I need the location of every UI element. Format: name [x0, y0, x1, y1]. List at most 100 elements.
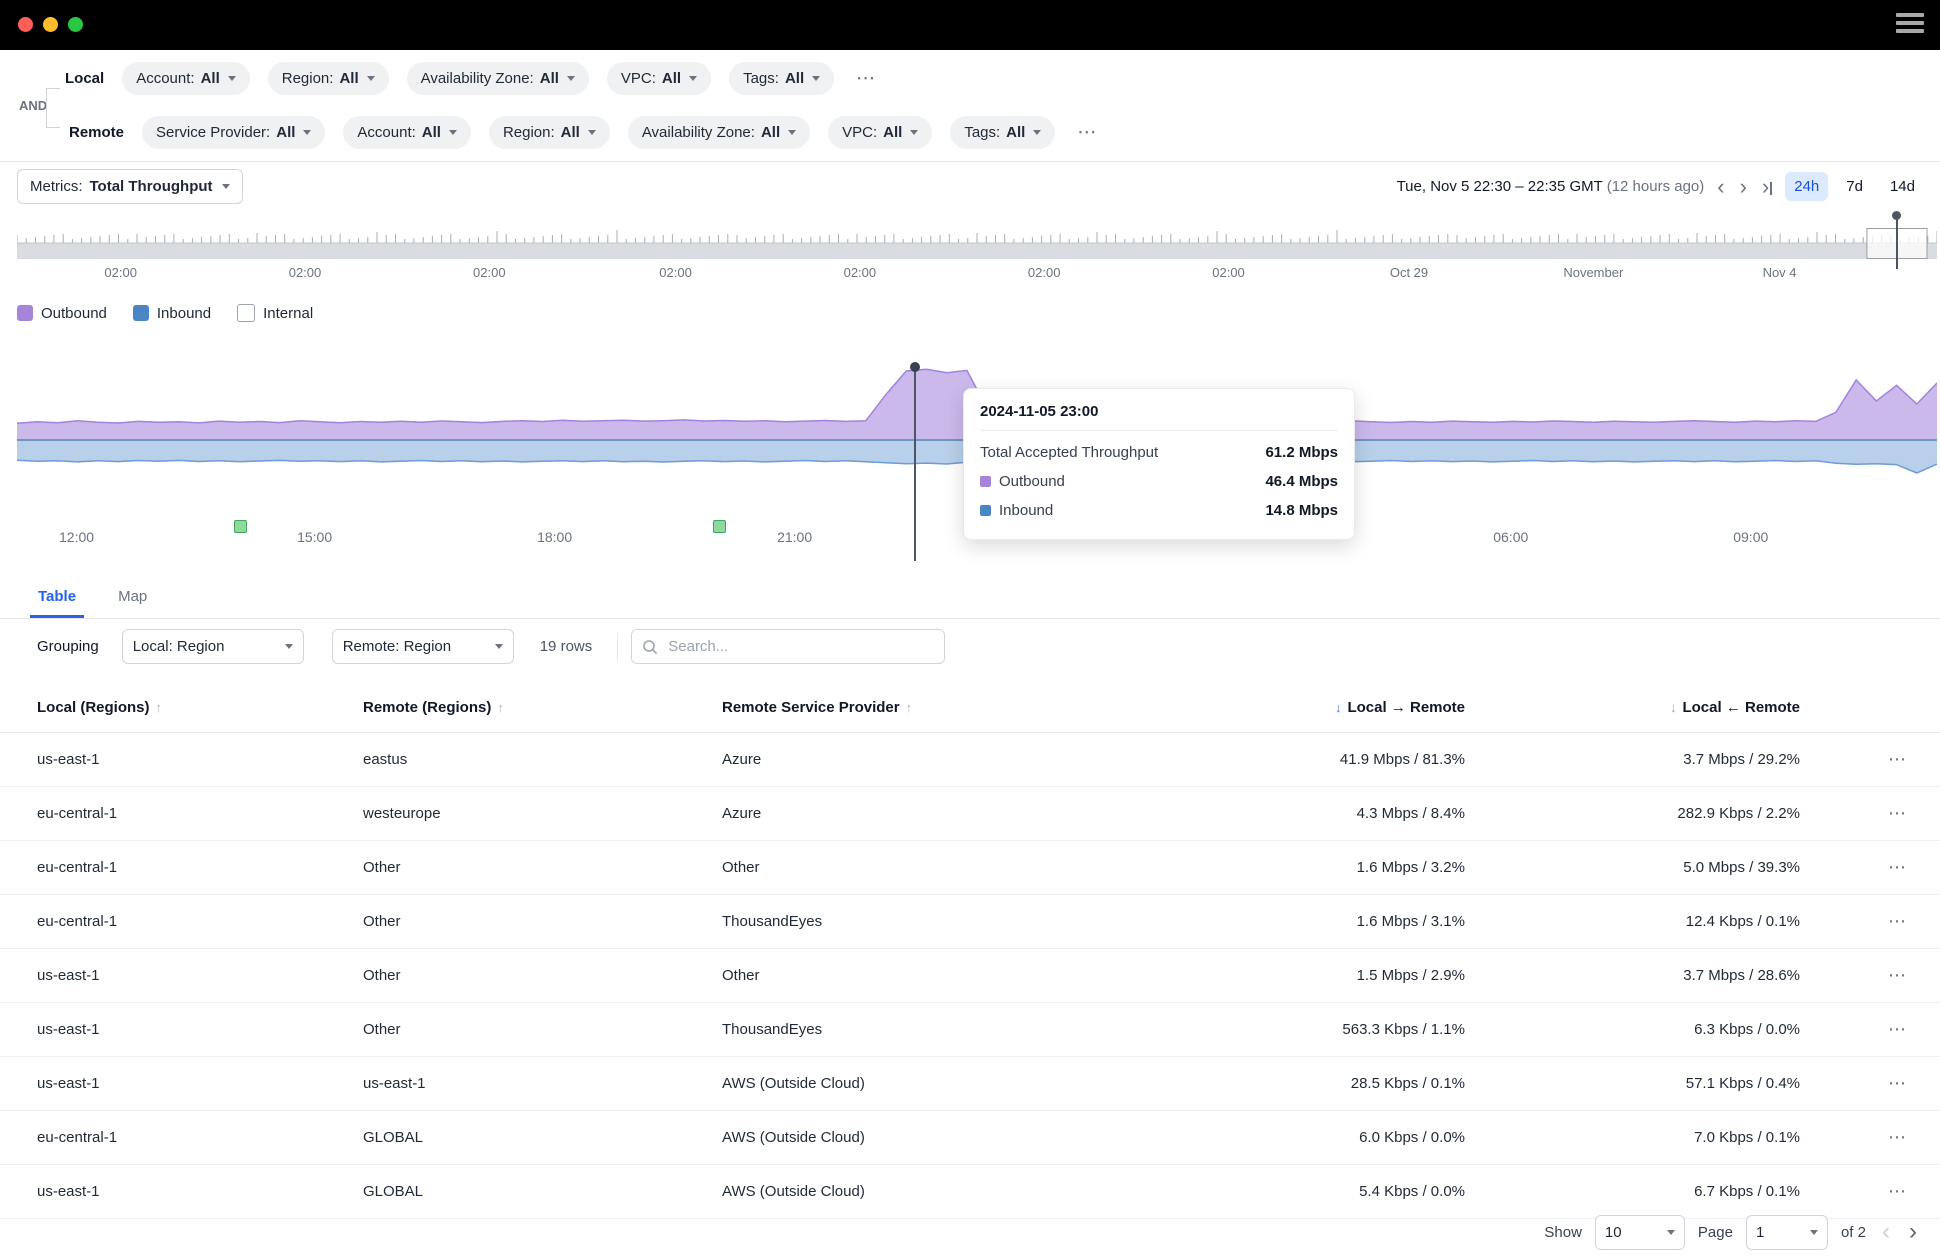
table-row[interactable]: us-east-1 us-east-1 AWS (Outside Cloud) 28.…	[0, 1057, 1940, 1111]
filter-chip-account[interactable]: Account: All	[122, 62, 250, 95]
chart-marker-pin-icon[interactable]	[909, 362, 920, 372]
row-actions-button[interactable]: ⋯	[1800, 1127, 1920, 1148]
scrubber-tick-label: 02:00	[104, 265, 137, 280]
throughput-chart[interactable]: 12:00 15:00 18:00 21:00 06:00 09:00 2024-11-0…	[16, 356, 1938, 566]
prev-page-button[interactable]: ‹	[1879, 1220, 1893, 1244]
timeline-scrubber[interactable]	[16, 211, 1938, 269]
column-header-2[interactable]: Remote (Regions) ↑	[363, 699, 722, 716]
table-row[interactable]: eu-central-1 westeurope Azure 4.3 Mbps / 8.…	[0, 787, 1940, 841]
tab-table[interactable]: Table	[30, 588, 85, 618]
more-filters-button[interactable]: ⋯	[1073, 121, 1100, 144]
more-filters-button[interactable]: ⋯	[852, 67, 879, 90]
filter-chip-tags[interactable]: Tags: All	[950, 116, 1056, 149]
table-header-row: Local (Regions) ↑ Remote (Regions) ↑ Remote …	[0, 682, 1940, 733]
time-prev-button[interactable]: ‹	[1715, 175, 1726, 197]
search-box[interactable]	[631, 629, 946, 664]
table-row[interactable]: us-east-1 Other ThousandEyes 563.3 Kbps / 1…	[0, 1003, 1940, 1057]
outbound-swatch-icon[interactable]	[17, 305, 33, 321]
chip-label: VPC:	[620, 70, 656, 87]
remote-grouping-dropdown[interactable]: Remote: Region	[331, 629, 514, 664]
hamburger-menu-icon[interactable]	[1896, 13, 1924, 37]
cell-remote-region: us-east-1	[363, 1075, 426, 1092]
chip-label: Region:	[502, 124, 555, 141]
page-size-select[interactable]: 10	[1594, 1214, 1685, 1250]
chip-label: Availability Zone:	[641, 124, 755, 141]
filter-chip-availability-zone[interactable]: Availability Zone: All	[406, 62, 589, 95]
chevron-down-icon	[227, 76, 236, 81]
annotation-marker-icon[interactable]	[712, 520, 726, 533]
filter-chip-region[interactable]: Region: All	[488, 116, 610, 149]
cell-local-from-remote: 5.0 Mbps / 39.3%	[1683, 859, 1800, 876]
checkbox-unchecked-icon[interactable]	[237, 304, 256, 322]
and-bracket	[46, 88, 60, 128]
next-page-button[interactable]: ›	[1906, 1220, 1920, 1244]
time-latest-button[interactable]: ›	[1760, 175, 1774, 197]
scrubber-tick-label: Oct 29	[1389, 265, 1429, 280]
time-next-button[interactable]: ›	[1738, 175, 1749, 197]
row-actions-button[interactable]: ⋯	[1800, 749, 1920, 770]
column-header-4[interactable]: ↓ Local → Remote	[1122, 699, 1465, 716]
cell-local-to-remote: 5.4 Kbps / 0.0%	[1359, 1183, 1465, 1200]
filter-chip-tags[interactable]: Tags: All	[729, 62, 835, 95]
range-button-7d[interactable]: 7d	[1837, 172, 1872, 201]
minimize-window-button[interactable]	[43, 17, 58, 32]
cell-remote-region: Other	[363, 859, 401, 876]
range-button-14d[interactable]: 14d	[1881, 172, 1924, 201]
cell-local-region: eu-central-1	[37, 805, 118, 822]
row-actions-button[interactable]: ⋯	[1800, 911, 1920, 932]
row-actions-button[interactable]: ⋯	[1800, 1073, 1920, 1094]
row-actions-button[interactable]: ⋯	[1800, 857, 1920, 878]
filter-chip-vpc[interactable]: VPC: All	[828, 116, 933, 149]
x-axis-tick-label: 21:00	[777, 529, 813, 545]
chevron-down-icon	[448, 130, 457, 135]
tab-map[interactable]: Map	[110, 588, 155, 618]
table-row[interactable]: eu-central-1 Other Other 1.6 Mbps / 3.2% 5.0…	[0, 841, 1940, 895]
chip-label: Account:	[136, 70, 195, 87]
x-axis-tick-label: 15:00	[297, 529, 333, 545]
inbound-swatch-icon[interactable]	[132, 305, 149, 321]
page-number-select[interactable]: 1	[1745, 1214, 1828, 1250]
legend-item-outbound[interactable]: Outbound	[17, 305, 107, 322]
cell-local-region: us-east-1	[37, 751, 100, 768]
local-grouping-dropdown[interactable]: Local: Region	[121, 629, 304, 664]
filter-chip-availability-zone[interactable]: Availability Zone: All	[627, 116, 811, 149]
close-window-button[interactable]	[18, 17, 33, 32]
cell-local-from-remote: 6.7 Kbps / 0.1%	[1694, 1183, 1800, 1200]
column-header-3[interactable]: Remote Service Provider ↑	[722, 699, 1122, 716]
chevron-down-icon	[1809, 1229, 1818, 1235]
filter-chip-service-provider[interactable]: Service Provider: All	[142, 116, 326, 149]
filter-chip-account[interactable]: Account: All	[343, 116, 471, 149]
zoom-window-button[interactable]	[68, 17, 83, 32]
row-actions-button[interactable]: ⋯	[1800, 1019, 1920, 1040]
filter-chip-region[interactable]: Region: All	[267, 62, 389, 95]
chart-tooltip: 2024-11-05 23:00 Total Accepted Throughp…	[963, 388, 1355, 540]
chevron-down-icon	[303, 130, 312, 135]
range-button-24h[interactable]: 24h	[1785, 172, 1829, 201]
table-row[interactable]: eu-central-1 Other ThousandEyes 1.6 Mbps / …	[0, 895, 1940, 949]
grouping-toolbar: Grouping Local: Region Remote: Region 19…	[37, 629, 946, 664]
tooltip-inbound-value: 14.8 Mbps	[1265, 502, 1338, 519]
table-row[interactable]: us-east-1 GLOBAL AWS (Outside Cloud) 5.4 Kb…	[0, 1165, 1940, 1219]
cell-local-to-remote: 28.5 Kbps / 0.1%	[1350, 1075, 1465, 1092]
search-input[interactable]	[666, 637, 935, 656]
local-label: Local	[65, 70, 105, 87]
cell-local-from-remote: 282.9 Kbps / 2.2%	[1677, 805, 1800, 822]
table-row[interactable]: eu-central-1 GLOBAL AWS (Outside Cloud) 6.0…	[0, 1111, 1940, 1165]
cell-local-region: us-east-1	[37, 1183, 100, 1200]
row-actions-button[interactable]: ⋯	[1800, 965, 1920, 986]
filter-chip-vpc[interactable]: VPC: All	[606, 62, 712, 95]
chip-label: Account:	[357, 124, 416, 141]
column-header-1[interactable]: Local (Regions) ↑	[37, 699, 363, 716]
annotation-marker-icon[interactable]	[233, 520, 247, 533]
tooltip-inbound-label: Inbound	[980, 502, 1265, 519]
table-row[interactable]: us-east-1 Other Other 1.5 Mbps / 2.9% 3.7 Mb…	[0, 949, 1940, 1003]
row-actions-button[interactable]: ⋯	[1800, 1181, 1920, 1202]
table-row[interactable]: us-east-1 eastus Azure 41.9 Mbps / 81.3% 3.7…	[0, 733, 1940, 787]
legend-item-inbound[interactable]: Inbound	[132, 305, 211, 322]
metrics-dropdown[interactable]: Metrics: Total Throughput	[17, 169, 243, 204]
cell-local-from-remote: 57.1 Kbps / 0.4%	[1685, 1075, 1800, 1092]
chip-value: All	[539, 70, 559, 87]
legend-item-internal[interactable]: Internal	[237, 304, 313, 322]
row-actions-button[interactable]: ⋯	[1800, 803, 1920, 824]
column-header-5[interactable]: ↓ Local ← Remote	[1465, 699, 1800, 716]
